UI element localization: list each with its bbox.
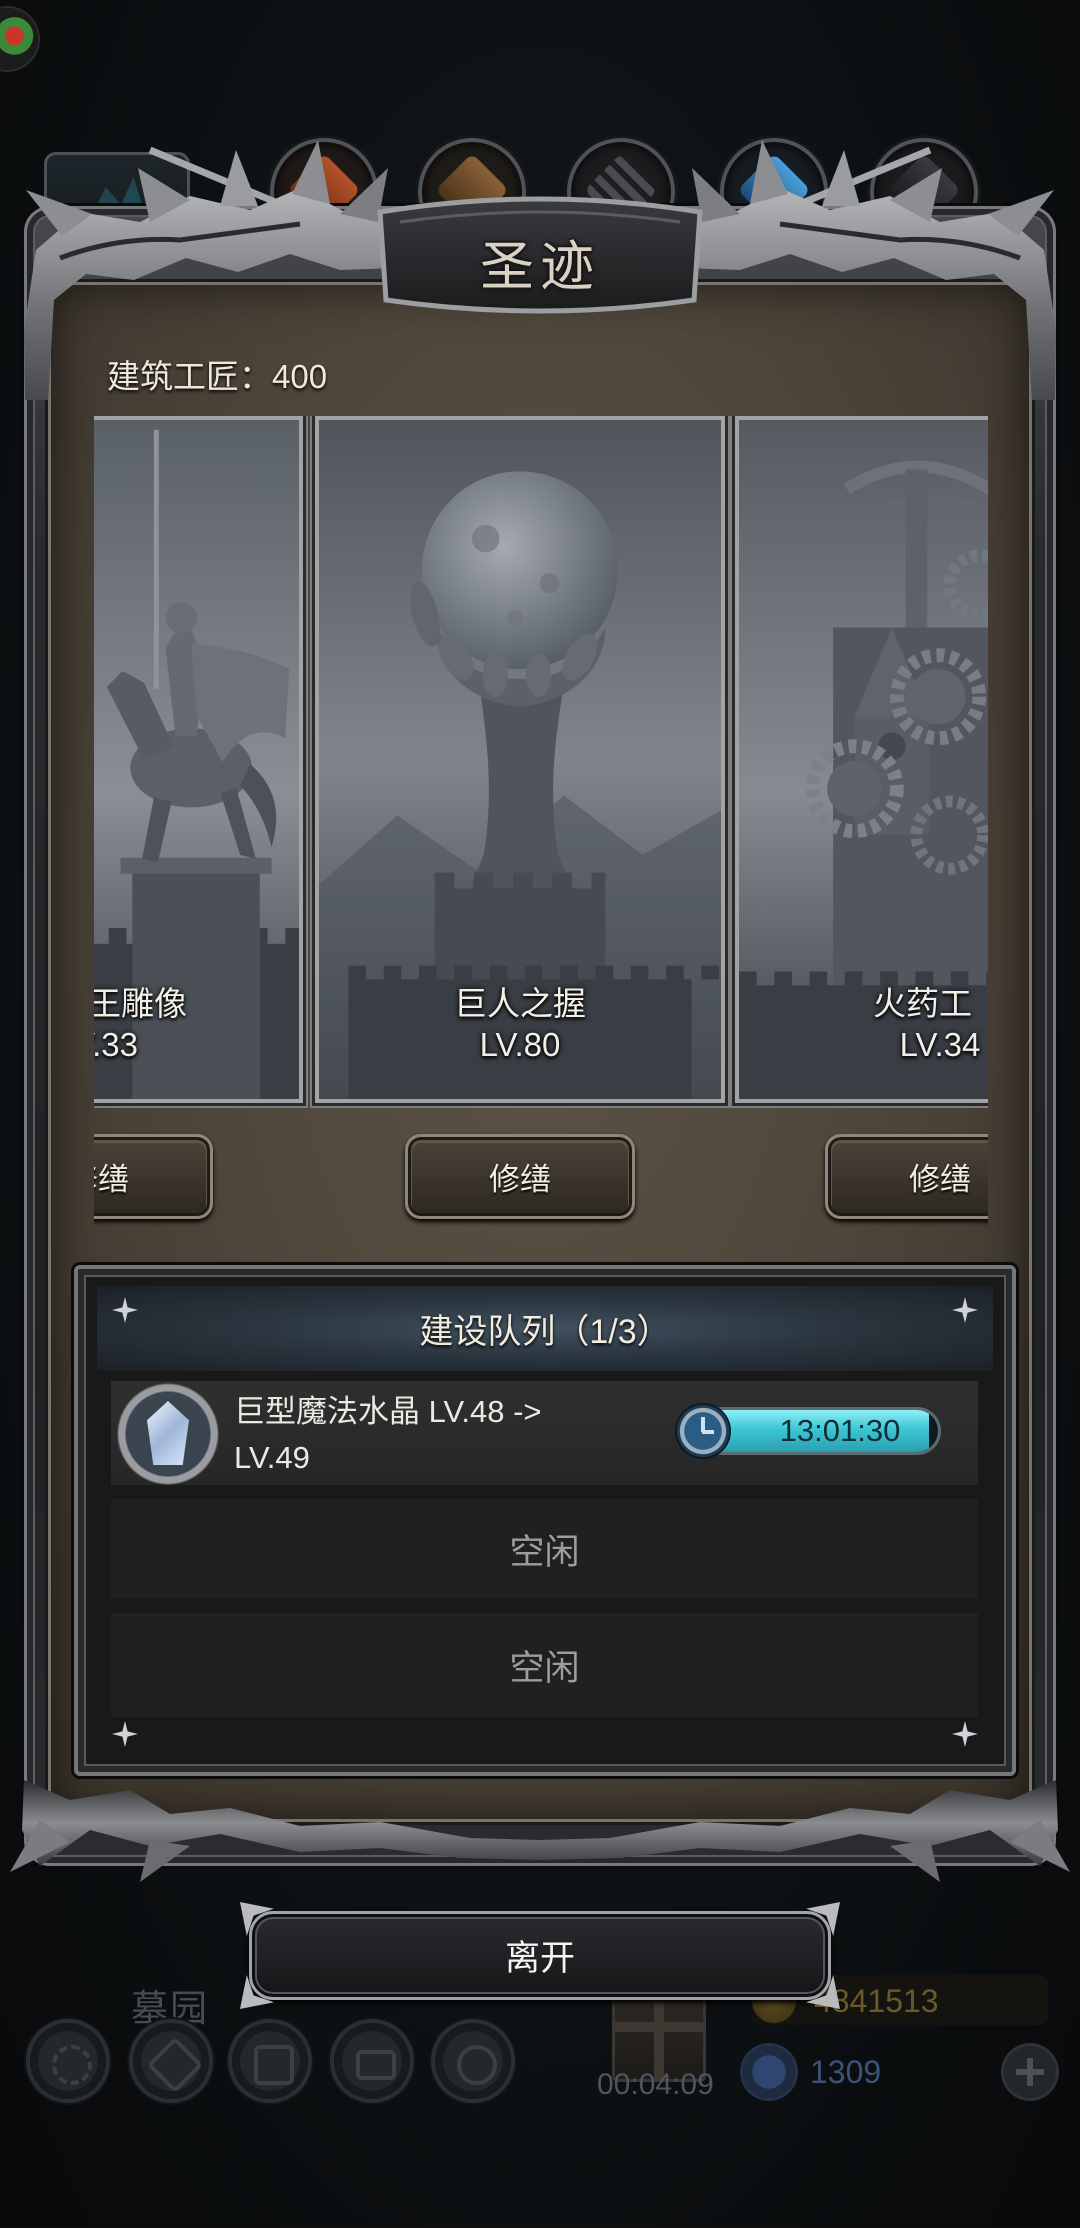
build-timer[interactable]: 13:01:30 (699, 1407, 941, 1455)
wonder-level: V.33 (94, 1026, 138, 1063)
repair-button[interactable]: 修缮 (405, 1134, 635, 1219)
wonder-name: 王雕像 (94, 985, 187, 1022)
timer-countdown: 13:01:30 (779, 1413, 901, 1448)
rune-icon[interactable] (435, 2023, 511, 2099)
craftsmen-count: 建筑工匠：400 (107, 358, 328, 395)
wonder-carousel[interactable]: 王雕像 V.33 修缮 (94, 416, 988, 1228)
queue-slot-idle[interactable]: 空闲 (111, 1499, 978, 1599)
app-logo-icon[interactable] (0, 8, 38, 70)
queue-item-line1: 巨型魔法水晶 LV.48 -> (234, 1394, 542, 1429)
leave-button[interactable]: 离开 (249, 1911, 831, 2000)
idle-label: 空闲 (509, 1532, 580, 1572)
wonder-level: LV.80 (479, 1026, 561, 1063)
gem-icon (743, 2046, 795, 2098)
gem-amount: 1309 (810, 2054, 882, 2090)
clock-icon (677, 1405, 729, 1457)
queue-item-line2: LV.49 (234, 1440, 310, 1475)
repair-button[interactable]: 修缮 (825, 1134, 988, 1219)
wonder-card[interactable]: 火药工 LV.34 (735, 416, 988, 1103)
queue-slot-active[interactable]: 巨型魔法水晶 LV.48 -> LV.49 13:01:30 (111, 1381, 978, 1485)
gift-timer: 00:04:09 (597, 2068, 714, 2101)
queue-title: 建设队列（1/3） (97, 1286, 993, 1371)
wonder-name: 巨人之握 (454, 985, 586, 1022)
star-badge-icon[interactable] (133, 2023, 209, 2099)
construction-queue-panel: 建设队列（1/3） 巨型魔法水晶 LV.48 -> LV.49 13:01:30… (74, 1265, 1016, 1776)
sparkle-icon (112, 1721, 138, 1747)
screen: 墓园 00:04:09 4841513 1309 圣迹 建筑工匠：400 王雕像… (0, 0, 1080, 2228)
wonder-name: 火药工 (873, 985, 972, 1022)
castle-gate-icon[interactable] (232, 2023, 308, 2099)
wonder-card-column: 火药工 LV.34 修缮 (735, 416, 988, 1228)
dialog-title: 圣迹 (480, 237, 600, 297)
mail-icon[interactable] (334, 2023, 410, 2099)
gear-icon[interactable] (30, 2023, 106, 2099)
wonder-card[interactable]: 王雕像 V.33 (94, 416, 303, 1103)
queue-slot-idle[interactable]: 空闲 (111, 1613, 978, 1717)
idle-label: 空闲 (509, 1648, 580, 1688)
magic-crystal-icon (117, 1383, 219, 1485)
wonder-card-column: 巨人之握 LV.80 修缮 (315, 416, 725, 1228)
repair-button[interactable]: 修缮 (94, 1134, 213, 1219)
wonder-card-column: 王雕像 V.33 修缮 (94, 416, 303, 1228)
add-gems-plus-icon[interactable] (1004, 2046, 1056, 2098)
sparkle-icon (952, 1721, 978, 1747)
queue-item-description: 巨型魔法水晶 LV.48 -> LV.49 (234, 1389, 542, 1481)
wonder-card[interactable]: 巨人之握 LV.80 (315, 416, 725, 1103)
wonder-level: LV.34 (899, 1026, 981, 1063)
